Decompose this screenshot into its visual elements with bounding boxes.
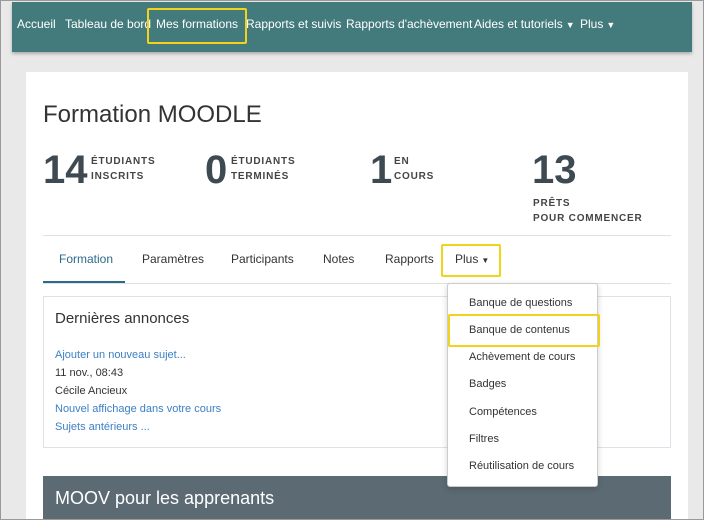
stat-enrolled-number: 14: [43, 148, 88, 192]
menu-item-badges[interactable]: Badges: [469, 378, 506, 391]
stat-completed-number: 0: [205, 148, 228, 192]
stat-label-line: COURS: [394, 171, 435, 182]
stat-label-line: POUR COMMENCER: [533, 213, 643, 224]
nav-rapports-achevement[interactable]: Rapports d'achèvement: [346, 17, 472, 31]
stat-label-line: EN: [394, 156, 410, 167]
stat-label-line: ÉTUDIANTS: [91, 156, 156, 167]
stat-label-line: PRÊTS: [533, 198, 571, 209]
chevron-down-icon: ▼: [606, 20, 616, 30]
menu-item-filtres[interactable]: Filtres: [469, 433, 499, 446]
stat-completed-label: ÉTUDIANTS TERMINÉS: [231, 154, 295, 184]
nav-accueil[interactable]: Accueil: [17, 17, 56, 31]
add-topic-link[interactable]: Ajouter un nouveau sujet...: [55, 349, 186, 362]
highlight-plus-tab: [441, 244, 501, 277]
stat-enrolled-label: ÉTUDIANTS INSCRITS: [91, 154, 155, 184]
nav-rapports-suivis[interactable]: Rapports et suivis: [246, 17, 341, 31]
tab-formation[interactable]: Formation: [59, 252, 113, 266]
nav-plus[interactable]: Plus ▼: [580, 17, 615, 32]
stat-inprogress-label: EN COURS: [394, 154, 434, 184]
nav-aides-tutoriels[interactable]: Aides et tutoriels ▼: [474, 17, 575, 32]
stat-label-line: ÉTUDIANTS: [231, 156, 296, 167]
announcements-title: Dernières annonces: [55, 310, 190, 327]
announcement-author: Cécile Ancieux: [55, 385, 128, 397]
menu-item-reutilisation[interactable]: Réutilisation de cours: [469, 460, 574, 473]
stat-inprogress-number: 1: [370, 148, 393, 192]
stat-label-line: INSCRITS: [91, 171, 145, 182]
page-title: Formation MOODLE: [43, 101, 262, 128]
older-topics-link[interactable]: Sujets antérieurs ...: [55, 421, 150, 434]
stat-ready-number: 13: [532, 148, 577, 192]
menu-item-banque-questions[interactable]: Banque de questions: [469, 297, 572, 310]
tab-parametres[interactable]: Paramètres: [142, 252, 204, 266]
divider: [43, 235, 671, 236]
stat-ready-label: PRÊTS POUR COMMENCER: [533, 196, 643, 226]
announcement-date: 11 nov., 08:43: [55, 367, 124, 379]
highlight-mes-formations: [147, 8, 247, 44]
tab-participants[interactable]: Participants: [231, 252, 294, 266]
nav-aides-label: Aides et tutoriels: [474, 17, 563, 31]
tab-notes[interactable]: Notes: [323, 252, 354, 266]
announcement-post-link[interactable]: Nouvel affichage dans votre cours: [55, 403, 221, 416]
menu-item-competences[interactable]: Compétences: [469, 406, 537, 419]
section-title: MOOV pour les apprenants: [55, 488, 275, 508]
chevron-down-icon: ▼: [565, 20, 575, 30]
stat-label-line: TERMINÉS: [231, 171, 290, 182]
menu-item-achevement-cours[interactable]: Achèvement de cours: [469, 351, 575, 364]
nav-plus-label: Plus: [580, 17, 604, 31]
nav-tableau-de-bord[interactable]: Tableau de bord: [65, 17, 151, 31]
highlight-banque-contenus: [448, 314, 600, 347]
tab-rapports[interactable]: Rapports: [385, 252, 434, 266]
